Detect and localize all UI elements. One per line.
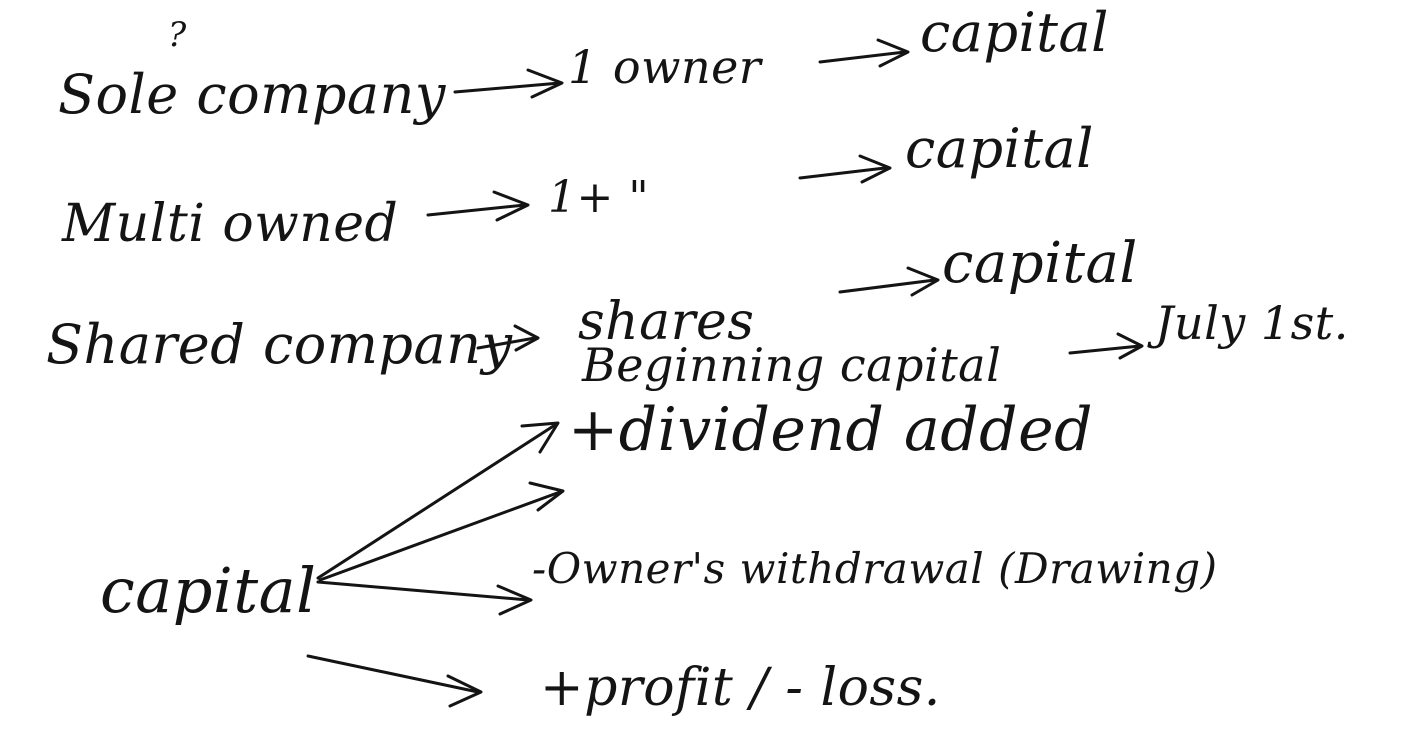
arrow-multi-to-owners	[426, 190, 530, 222]
term-sole-company: Sole company	[58, 63, 446, 126]
desc-multiple-owners: 1+ "	[548, 172, 650, 223]
handwritten-notes-page: ? Sole company 1 owner capital Multi own…	[0, 0, 1426, 742]
term-beginning-capital: Beginning capital	[582, 338, 1002, 392]
branch-dividend-added: +dividend added	[568, 395, 1093, 465]
arrow-capital-to-beginning	[316, 421, 560, 580]
branch-owners-withdrawal: -Owner's withdrawal (Drawing)	[532, 544, 1218, 593]
result-july-first: July 1st.	[1155, 296, 1349, 350]
question-mark: ?	[168, 15, 187, 55]
result-capital-2: capital	[905, 117, 1094, 180]
capital-root: capital	[100, 554, 317, 627]
arrow-shares-to-capital	[838, 266, 940, 297]
desc-one-owner: 1 owner	[568, 40, 762, 94]
arrow-owners-to-capital	[798, 154, 892, 184]
arrow-sole-to-owner	[453, 68, 564, 99]
term-multi-owned: Multi owned	[62, 194, 399, 254]
arrow-capital-to-profit	[306, 654, 483, 708]
branch-profit-loss: +profit / - loss.	[540, 658, 941, 718]
arrow-capital-to-withdrawal	[316, 580, 533, 616]
arrow-owner-to-capital	[818, 38, 910, 68]
arrow-beginning-capital-to-date	[1068, 332, 1144, 360]
term-shared-company: Shared company	[46, 313, 513, 376]
result-capital-1: capital	[920, 1, 1109, 64]
result-capital-3: capital	[942, 231, 1138, 296]
